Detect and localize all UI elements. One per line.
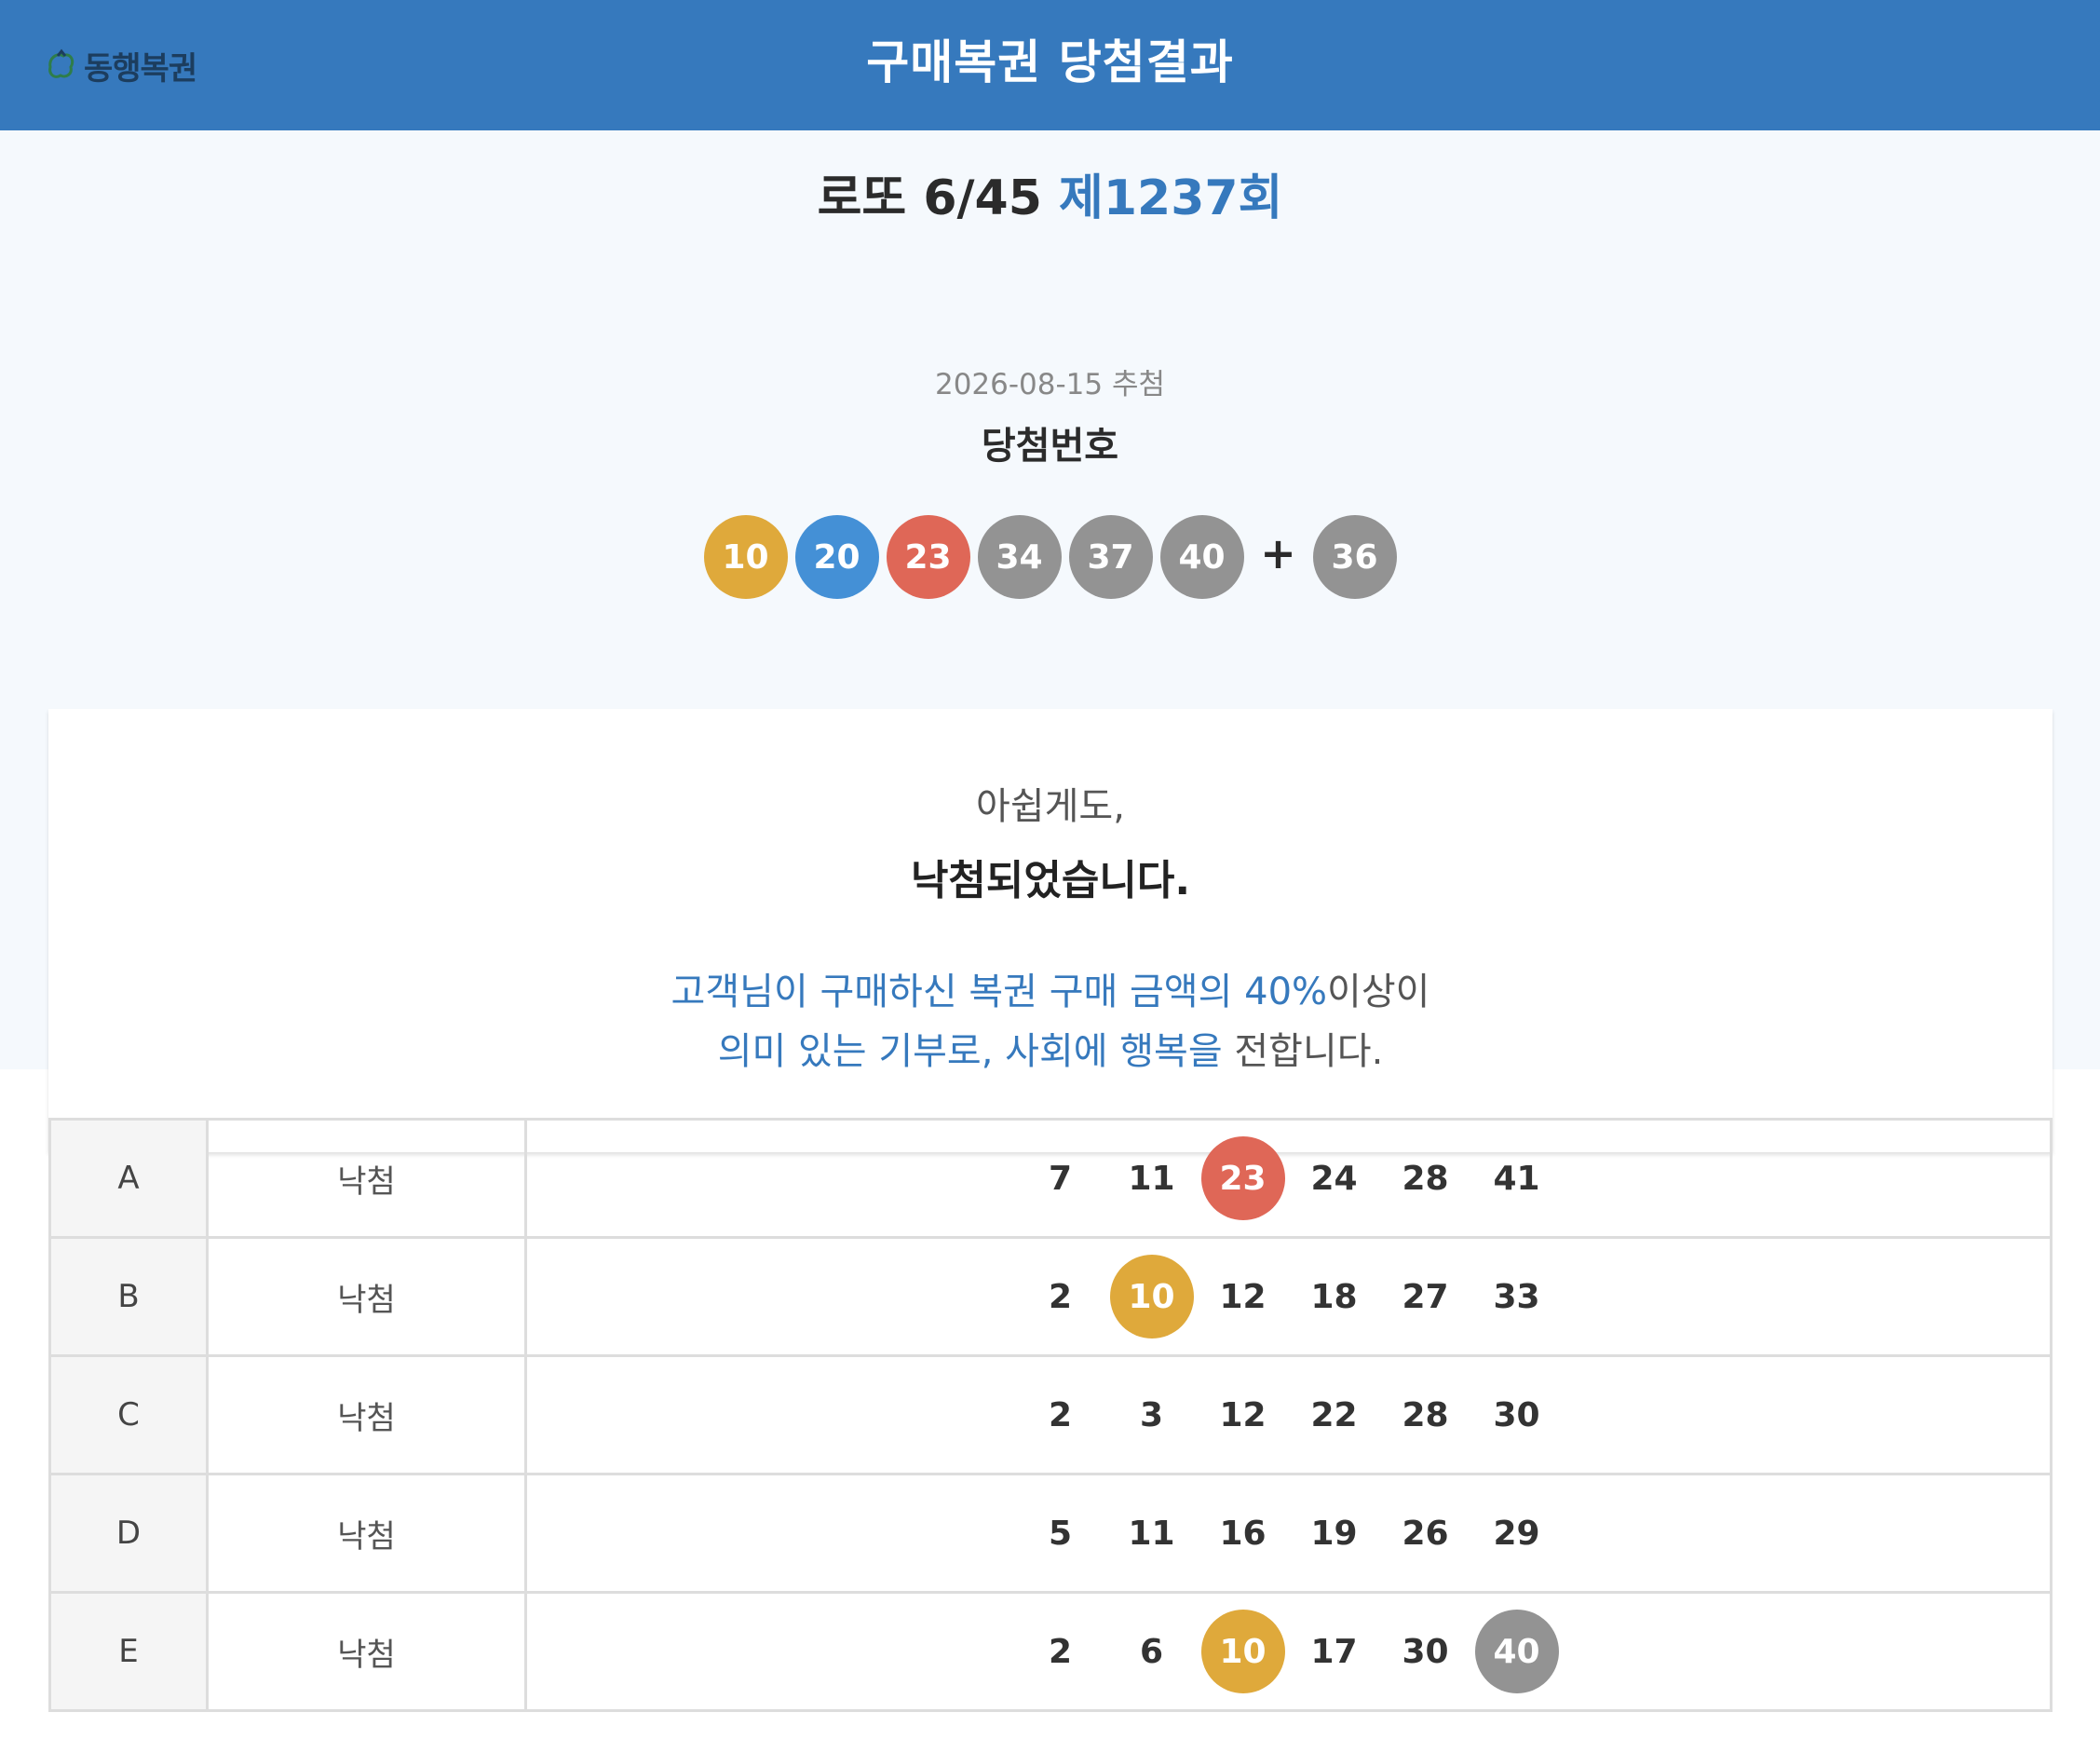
- winning-ball: 37: [1068, 515, 1153, 599]
- ticket-row: B 낙첨 2 10 12 18 27 33: [48, 1236, 2053, 1357]
- ticket-number: 18: [1310, 1277, 1358, 1316]
- ticket-number: 11: [1128, 1159, 1175, 1198]
- donation-highlight-1: 고객님이 구매하신 복권 구매 금액의 40%: [671, 971, 1328, 1013]
- matched-number-ball: 40: [1474, 1610, 1559, 1693]
- ticket-number: 5: [1048, 1514, 1073, 1553]
- draw-date: 2026-08-15 추첨: [934, 368, 1166, 401]
- donation-message: 고객님이 구매하신 복권 구매 금액의 40%이상이 의미 있는 기부로, 사회…: [48, 962, 2053, 1081]
- donation-rest-1: 이상이: [1327, 971, 1430, 1013]
- ticket-status: 낙첨: [206, 1236, 527, 1357]
- round-title: 로또 6/45 제1237회: [0, 158, 2100, 228]
- matched-number-ball: 23: [1200, 1136, 1285, 1220]
- ticket-id: B: [48, 1236, 209, 1357]
- donation-highlight-2: 의미 있는 기부로, 사회에 행복을: [717, 1030, 1223, 1073]
- ticket-number: 2: [1048, 1632, 1073, 1671]
- ticket-number: 26: [1402, 1514, 1449, 1553]
- ticket-status: 낙첨: [206, 1118, 527, 1239]
- result-card: 아쉽게도, 낙첨되었습니다. 고객님이 구매하신 복권 구매 금액의 40%이상…: [48, 709, 2053, 1152]
- ticket-number: 16: [1219, 1514, 1267, 1553]
- ticket-number: 17: [1310, 1632, 1358, 1671]
- donation-message-line-2: 의미 있는 기부로, 사회에 행복을 전합니다.: [48, 1022, 2053, 1081]
- result-status: 낙첨되었습니다.: [910, 857, 1191, 904]
- matched-number-ball: 10: [1200, 1610, 1285, 1693]
- donation-rest-2: 전합니다.: [1222, 1030, 1384, 1073]
- ticket-numbers: 5 11 16 19 26 29: [524, 1473, 2053, 1594]
- ticket-number: 30: [1402, 1632, 1449, 1671]
- ticket-number: 28: [1402, 1159, 1449, 1198]
- plus-sign: +: [1260, 528, 1296, 578]
- ticket-number: 41: [1493, 1159, 1540, 1198]
- ticket-number: 33: [1493, 1277, 1540, 1316]
- ticket-row: A 낙첨 7 11 23 24 28 41: [48, 1118, 2053, 1239]
- winning-ball: 40: [1159, 515, 1244, 599]
- ticket-number: 29: [1493, 1514, 1540, 1553]
- winning-numbers-label: 당첨번호: [981, 425, 1119, 468]
- ticket-table: A 낙첨 7 11 23 24 28 41 B 낙첨 2 10 12 18 27 33 C 낙첨 2 3 12 22 28 3…: [48, 1118, 2053, 1712]
- ticket-number: 24: [1310, 1159, 1358, 1198]
- ticket-number: 22: [1310, 1395, 1358, 1434]
- ticket-numbers: 7 11 23 24 28 41: [524, 1118, 2053, 1239]
- ticket-id: E: [48, 1591, 209, 1712]
- ticket-number: 3: [1139, 1395, 1164, 1434]
- ticket-row: E 낙첨 2 6 10 17 30 40: [48, 1591, 2053, 1712]
- ticket-number: 12: [1219, 1395, 1267, 1434]
- ticket-status: 낙첨: [206, 1354, 527, 1475]
- ticket-number: 7: [1048, 1159, 1073, 1198]
- winning-numbers: 10 20 23 34 37 40 +36: [0, 515, 2100, 599]
- result-subtitle: 아쉽게도,: [976, 785, 1125, 828]
- ticket-numbers: 2 3 12 22 28 30: [524, 1354, 2053, 1475]
- bonus-ball: 36: [1312, 515, 1397, 599]
- ticket-numbers: 2 6 10 17 30 40: [524, 1591, 2053, 1712]
- ticket-row: D 낙첨 5 11 16 19 26 29: [48, 1473, 2053, 1594]
- ticket-status: 낙첨: [206, 1591, 527, 1712]
- game-name: 로또 6/45: [817, 170, 1042, 226]
- ticket-number: 30: [1493, 1395, 1540, 1434]
- ticket-id: C: [48, 1354, 209, 1475]
- app-header: 동행복권 구매복권 당첨결과: [0, 0, 2100, 130]
- winning-ball: 10: [703, 515, 788, 599]
- draw-summary: 로또 6/45 제1237회 2026-08-15 추첨 당첨번호 10 20 23…: [0, 130, 2100, 1152]
- winning-ball: 20: [794, 515, 879, 599]
- winning-ball: 34: [977, 515, 1062, 599]
- page-title: 구매복권 당첨결과: [866, 35, 1234, 89]
- ticket-number: 2: [1048, 1277, 1073, 1316]
- ticket-number: 6: [1139, 1632, 1164, 1671]
- ticket-number: 12: [1219, 1277, 1267, 1316]
- ticket-numbers: 2 10 12 18 27 33: [524, 1236, 2053, 1357]
- ticket-id: D: [48, 1473, 209, 1594]
- ticket-number: 2: [1048, 1395, 1073, 1434]
- ticket-status: 낙첨: [206, 1473, 527, 1594]
- round-number: 제1237회: [1059, 170, 1283, 226]
- matched-number-ball: 10: [1109, 1255, 1194, 1339]
- ticket-number: 11: [1128, 1514, 1175, 1553]
- winning-ball: 23: [886, 515, 970, 599]
- ticket-number: 19: [1310, 1514, 1358, 1553]
- ticket-row: C 낙첨 2 3 12 22 28 30: [48, 1354, 2053, 1475]
- ticket-number: 28: [1402, 1395, 1449, 1434]
- donation-message-line-1: 고객님이 구매하신 복권 구매 금액의 40%이상이: [48, 962, 2053, 1022]
- ticket-id: A: [48, 1118, 209, 1239]
- ticket-number: 27: [1402, 1277, 1449, 1316]
